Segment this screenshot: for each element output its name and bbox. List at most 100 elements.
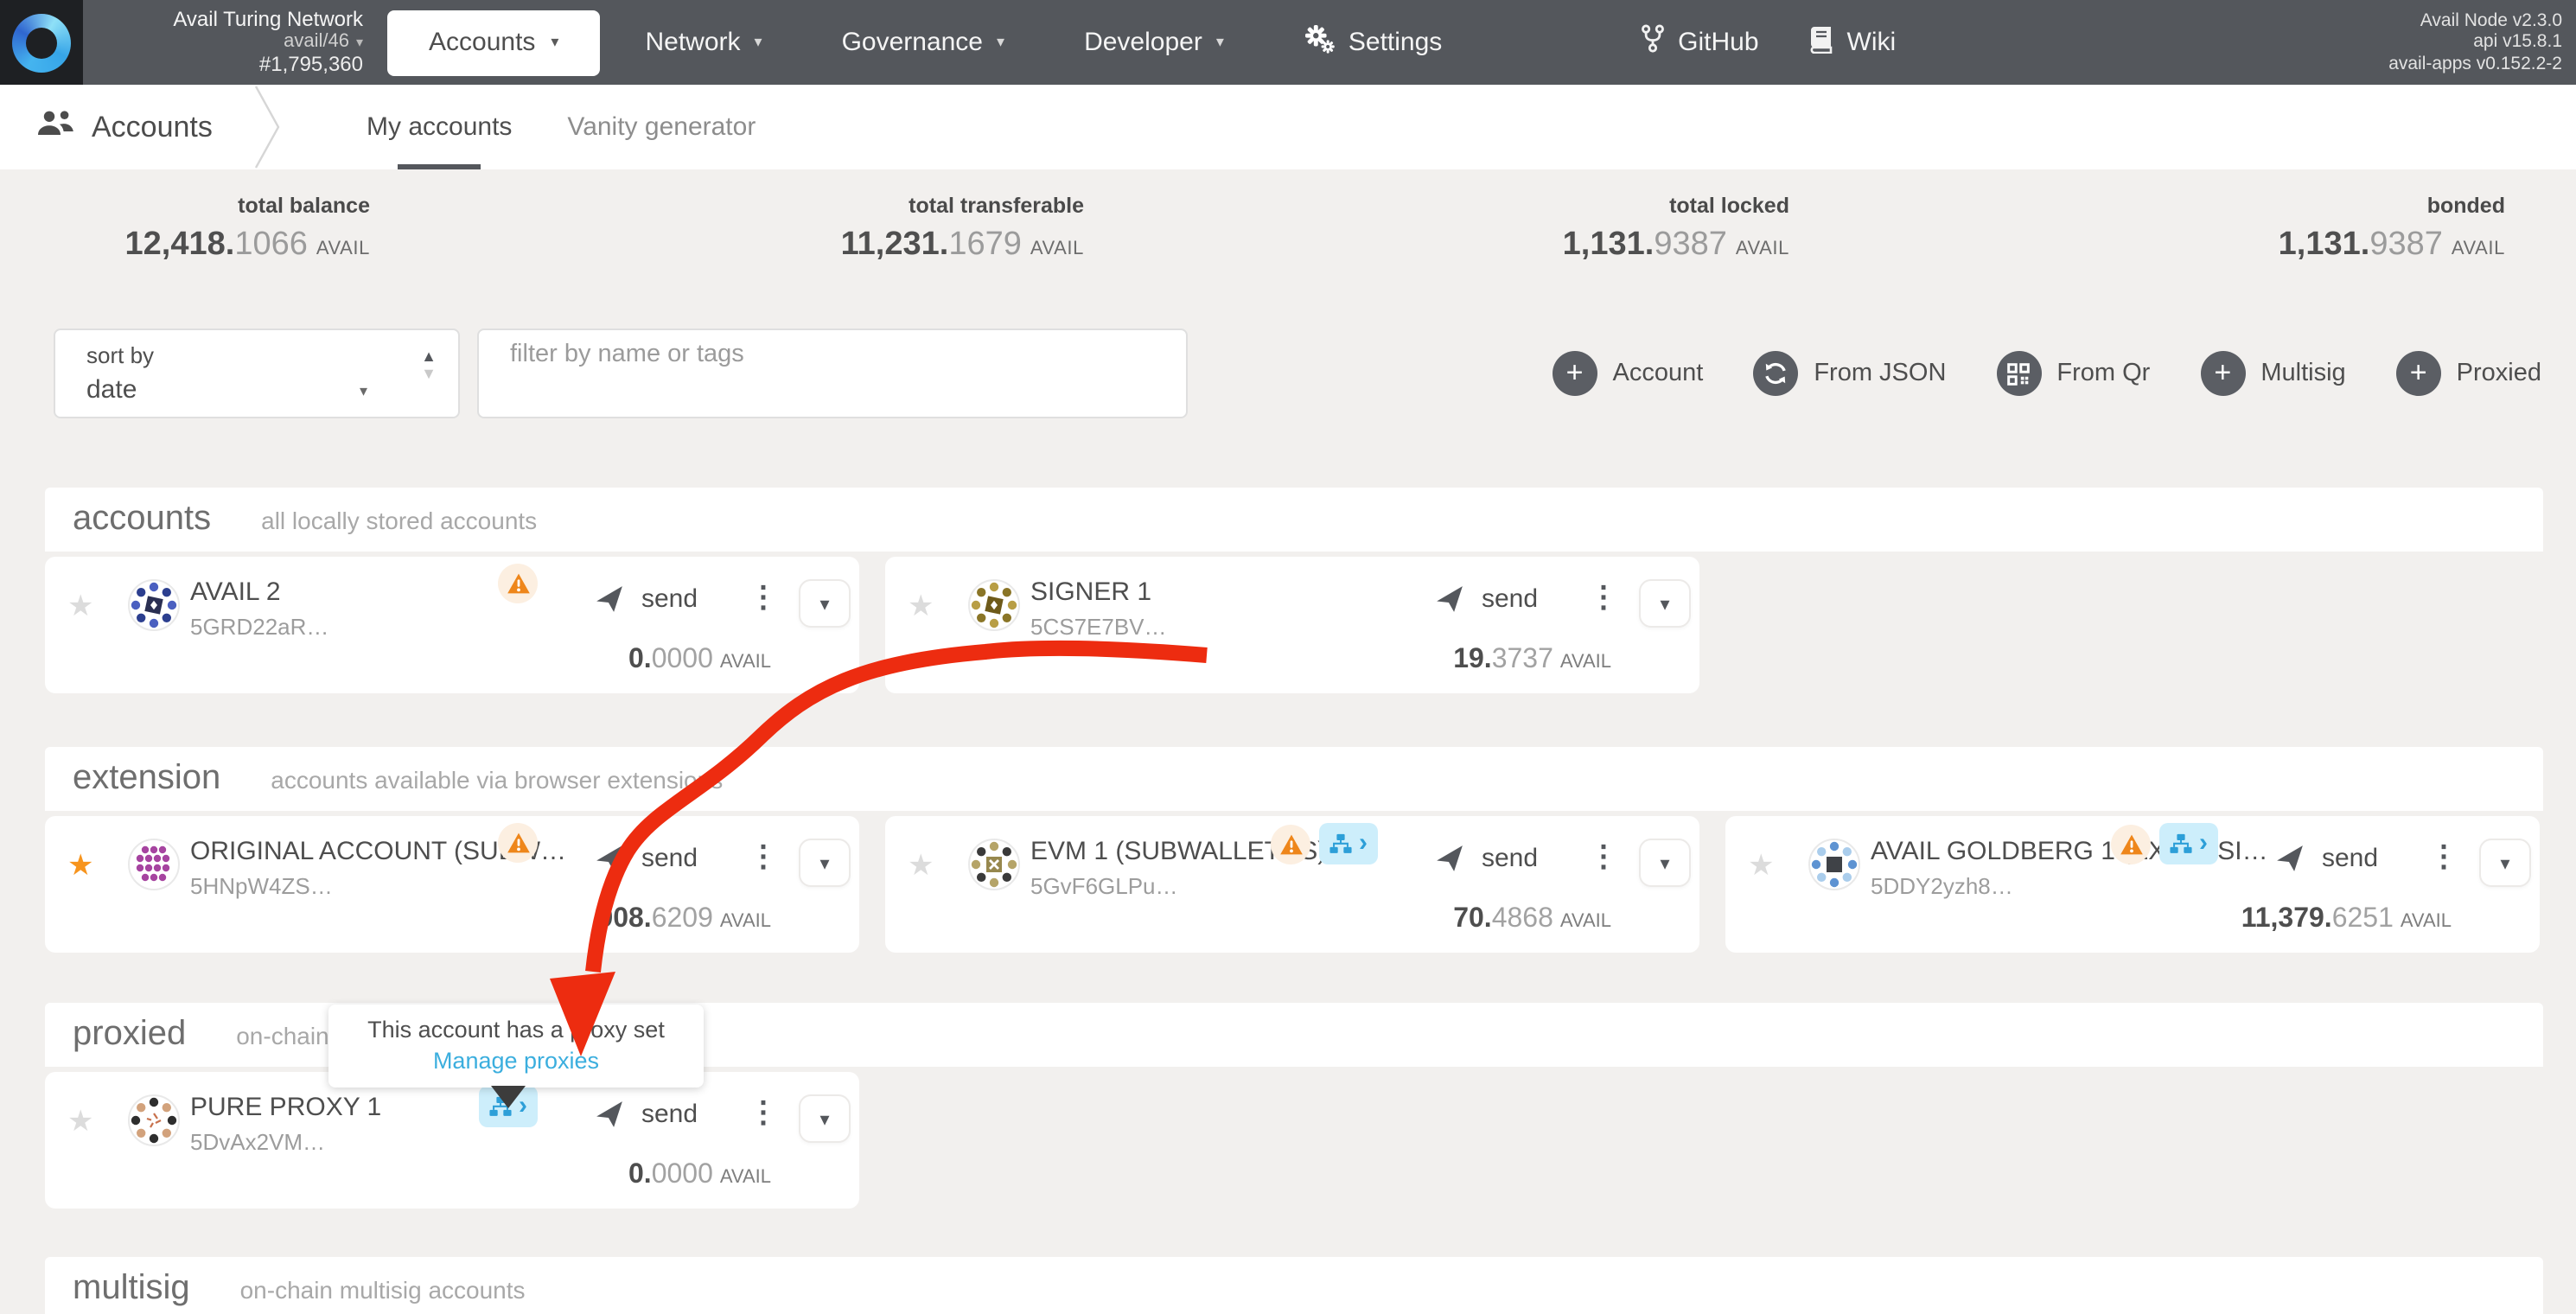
menu-dots-button[interactable]	[2429, 840, 2458, 875]
chevron-down-icon	[997, 33, 1004, 52]
users-icon	[36, 109, 74, 145]
account-address[interactable]: 5GvF6GLPu…	[1030, 873, 1178, 899]
account-address[interactable]: 5HNpW4ZS…	[190, 873, 333, 899]
expand-caret-button[interactable]	[1639, 579, 1691, 628]
send-button[interactable]: send	[1435, 584, 1538, 614]
warning-badge[interactable]	[498, 564, 538, 603]
send-plane-icon	[1435, 584, 1464, 614]
expand-caret-button[interactable]	[799, 1094, 851, 1143]
identicon[interactable]	[128, 839, 180, 890]
nav-developer[interactable]: Developer	[1084, 28, 1224, 57]
network-logo[interactable]	[0, 0, 83, 85]
send-plane-icon	[1435, 844, 1464, 873]
account-card: ★ AVAIL 2 5GRD22aR…	[45, 557, 859, 693]
section-subtitle: all locally stored accounts	[261, 506, 537, 533]
summary-total-locked: total locked 1,131.9387AVAIL	[1084, 194, 1789, 265]
favorite-star-icon[interactable]: ★	[908, 590, 934, 624]
nav-governance[interactable]: Governance	[842, 28, 1005, 57]
manage-proxies-link[interactable]: Manage proxies	[328, 1048, 704, 1074]
filter-input[interactable]	[477, 328, 1188, 418]
proxy-badge[interactable]: ›	[2159, 823, 2218, 864]
chevron-down-icon	[360, 382, 367, 401]
identicon[interactable]	[968, 839, 1020, 890]
section-accounts: accounts all locally stored accounts ★	[45, 488, 2543, 693]
account-name[interactable]: SIGNER 1	[1030, 577, 1151, 607]
favorite-star-icon[interactable]: ★	[67, 1105, 94, 1139]
add-multisig-button[interactable]: Multisig	[2200, 351, 2345, 396]
account-name[interactable]: AVAIL 2	[190, 577, 281, 607]
tab-vanity-generator[interactable]: Vanity generator	[539, 85, 783, 169]
warning-badge[interactable]	[1271, 824, 1310, 864]
identicon[interactable]	[128, 1094, 180, 1146]
chevron-right-icon: ›	[2199, 827, 2208, 857]
send-button[interactable]: send	[1435, 844, 1538, 873]
network-info[interactable]: Avail Turing Network avail/46 #1,795,360	[104, 9, 363, 76]
tab-my-accounts[interactable]: My accounts	[339, 85, 539, 169]
wiki-link[interactable]: Wiki	[1811, 25, 1897, 60]
nav-network[interactable]: Network	[645, 28, 762, 57]
send-button[interactable]: send	[2275, 844, 2378, 873]
menu-dots-button[interactable]	[749, 581, 778, 616]
plus-icon	[2200, 351, 2245, 396]
nav-accounts-button[interactable]: Accounts	[387, 10, 600, 75]
add-account-button[interactable]: Account	[1553, 351, 1704, 396]
expand-caret-button[interactable]	[2479, 839, 2531, 887]
send-plane-icon	[595, 844, 624, 873]
account-name[interactable]: PURE PROXY 1	[190, 1093, 381, 1122]
send-button[interactable]: send	[595, 1100, 698, 1129]
expand-caret-button[interactable]	[799, 579, 851, 628]
send-button[interactable]: send	[595, 584, 698, 614]
account-address[interactable]: 5CS7E7BV…	[1030, 614, 1167, 640]
add-proxied-button[interactable]: Proxied	[2396, 351, 2541, 396]
proxy-badge[interactable]: ›	[1319, 823, 1378, 864]
tooltip-pointer	[491, 1086, 526, 1108]
identicon[interactable]	[1808, 839, 1860, 890]
send-plane-icon	[2275, 844, 2305, 873]
summary-row: total balance 12,418.1066AVAIL total tra…	[0, 194, 2576, 265]
identicon[interactable]	[968, 579, 1020, 631]
add-from-qr-button[interactable]: From Qr	[1996, 351, 2150, 396]
account-balance: 908.6209AVAIL	[597, 904, 771, 935]
account-address[interactable]: 5DvAx2VM…	[190, 1129, 325, 1155]
expand-caret-button[interactable]	[1639, 839, 1691, 887]
github-link[interactable]: GitHub	[1640, 24, 1758, 61]
qr-icon	[1996, 351, 2041, 396]
summary-total-balance: total balance 12,418.1066AVAIL	[0, 194, 370, 265]
favorite-star-icon[interactable]: ★	[67, 590, 94, 624]
menu-dots-button[interactable]	[749, 840, 778, 875]
chevron-down-icon	[551, 33, 558, 52]
favorite-star-icon[interactable]: ★	[908, 849, 934, 883]
breadcrumb-divider	[252, 85, 287, 169]
best-block-number: #1,795,360	[104, 54, 363, 76]
menu-dots-button[interactable]	[1589, 581, 1618, 616]
menu-dots-button[interactable]	[1589, 840, 1618, 875]
account-card: ★ AVAIL GOLDBERG 1 (EXTENSI… 5DD	[1725, 816, 2540, 953]
warning-badge[interactable]	[498, 823, 538, 863]
account-balance: 70.4868AVAIL	[1453, 904, 1611, 935]
section-subtitle: on-chain multisig accounts	[240, 1275, 526, 1303]
proxy-tooltip: This account has a proxy set Manage prox…	[328, 1005, 704, 1088]
network-name: Avail Turing Network	[104, 9, 363, 31]
send-button[interactable]: send	[595, 844, 698, 873]
favorite-star-icon[interactable]: ★	[67, 849, 94, 883]
topbar: Avail Turing Network avail/46 #1,795,360…	[0, 0, 2576, 85]
nav-settings[interactable]: Settings	[1304, 24, 1442, 61]
section-title: multisig	[73, 1269, 190, 1309]
summary-total-transferable: total transferable 11,231.1679AVAIL	[370, 194, 1084, 265]
favorite-star-icon[interactable]: ★	[1748, 849, 1775, 883]
section-title: accounts	[73, 500, 211, 539]
restore-json-button[interactable]: From JSON	[1753, 351, 1946, 396]
section-title: extension	[73, 759, 220, 799]
warning-badge[interactable]	[2111, 824, 2151, 864]
tooltip-text: This account has a proxy set	[328, 1017, 704, 1043]
account-address[interactable]: 5DDY2yzh8…	[1871, 873, 2013, 899]
identicon[interactable]	[128, 579, 180, 631]
page: Avail Turing Network avail/46 #1,795,360…	[0, 0, 2576, 1314]
sort-direction-toggle[interactable]: ▲ ▼	[410, 348, 448, 382]
expand-caret-button[interactable]	[799, 839, 851, 887]
account-address[interactable]: 5GRD22aR…	[190, 614, 328, 640]
chevron-right-icon: ›	[1359, 827, 1368, 857]
section-extension: extension accounts available via browser…	[45, 747, 2543, 953]
menu-dots-button[interactable]	[749, 1096, 778, 1131]
sort-select[interactable]: sort by date ▲ ▼	[54, 328, 460, 418]
